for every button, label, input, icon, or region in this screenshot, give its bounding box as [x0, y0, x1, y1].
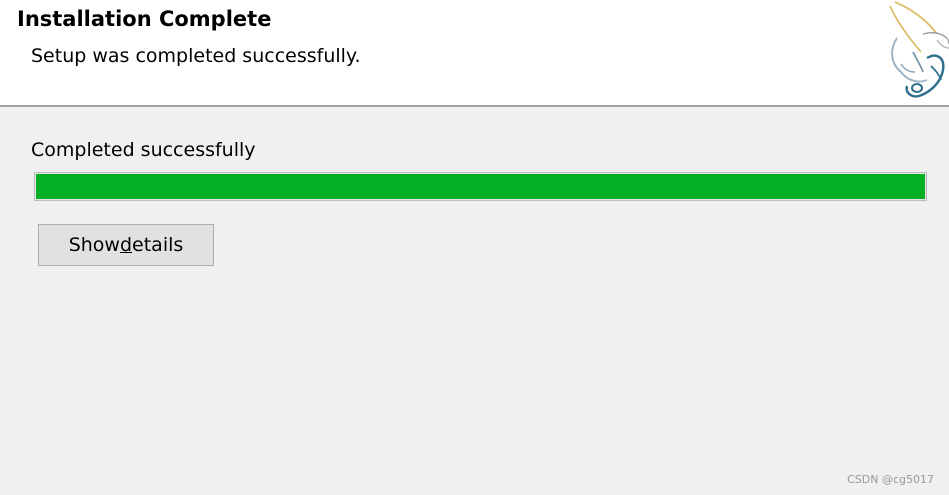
status-text: Completed successfully — [31, 139, 256, 161]
watermark: CSDN @cg5017 — [847, 473, 934, 486]
progress-bar-fill — [36, 174, 925, 199]
progress-bar — [34, 172, 927, 201]
show-details-accelerator-key: d — [119, 234, 133, 256]
page-subtitle: Setup was completed successfully. — [31, 45, 361, 67]
show-details-label-part: Show — [68, 234, 120, 256]
page-title: Installation Complete — [17, 7, 272, 31]
header-panel: Installation Complete Setup was complete… — [0, 0, 949, 107]
show-details-label-part: etails — [132, 234, 184, 256]
installer-logo-icon — [889, 1, 949, 98]
show-details-button[interactable]: Show d etails — [38, 224, 214, 266]
